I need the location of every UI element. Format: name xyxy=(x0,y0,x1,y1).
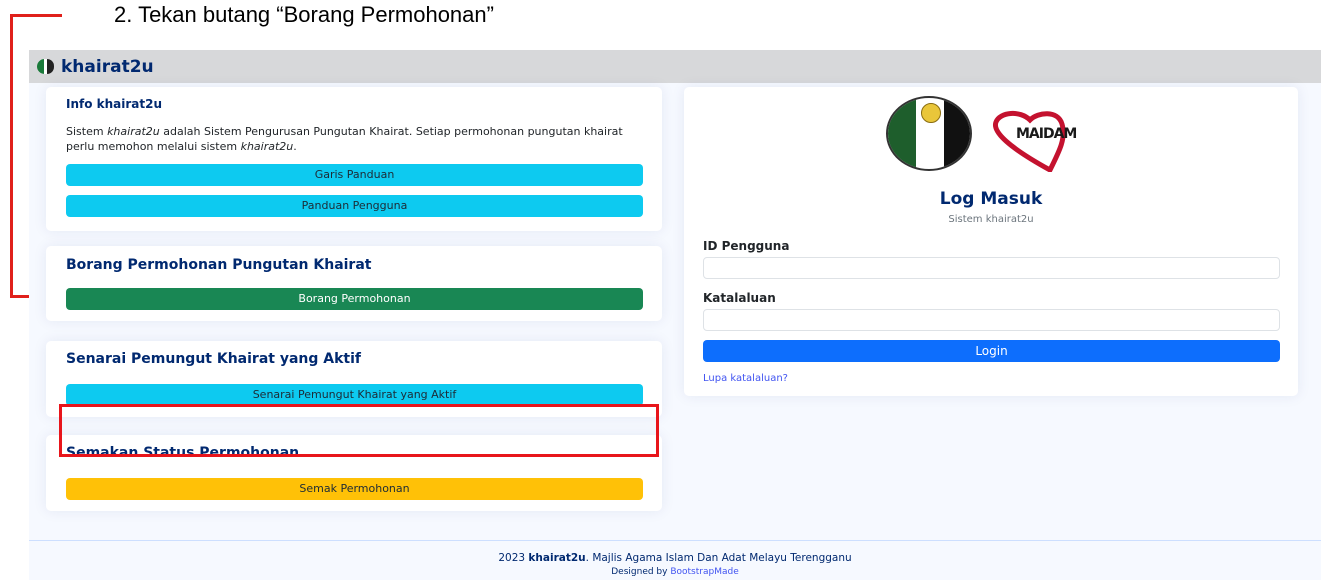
senarai-card-title: Senarai Pemungut Khairat yang Aktif xyxy=(66,351,361,367)
annotation-arrow-top xyxy=(10,14,62,17)
login-title: Log Masuk xyxy=(939,189,1043,209)
info-card-title: Info khairat2u xyxy=(66,97,163,111)
borang-permohonan-button[interactable]: Borang Permohonan xyxy=(66,288,643,310)
password-input[interactable] xyxy=(703,309,1280,331)
borang-card-title: Borang Permohonan Pungutan Khairat xyxy=(66,257,372,273)
annotation-arrow-stem xyxy=(10,14,13,298)
user-id-input[interactable] xyxy=(703,257,1280,279)
borang-card: Borang Permohonan Pungutan Khairat Boran… xyxy=(46,246,662,321)
footer-credits: Designed by BootstrapMade xyxy=(611,567,739,577)
password-label: Katalaluan xyxy=(703,291,776,305)
footer-copyright: 2023 khairat2u. Majlis Agama Islam Dan A… xyxy=(498,552,852,564)
maidam-logo-text: MAIDAM xyxy=(1016,126,1077,142)
logo-group: MAIDAM xyxy=(886,96,1108,172)
instruction-text: 2. Tekan butang “Borang Permohonan” xyxy=(114,2,494,27)
brand-name[interactable]: khairat2u xyxy=(61,57,154,77)
designer-link[interactable]: BootstrapMade xyxy=(670,567,738,577)
senarai-pemungut-button[interactable]: Senarai Pemungut Khairat yang Aktif xyxy=(66,384,643,406)
info-card: Info khairat2u Sistem khairat2u adalah S… xyxy=(46,87,662,231)
login-button[interactable]: Login xyxy=(703,340,1280,362)
highlight-box xyxy=(59,404,659,457)
brand-logo-icon[interactable] xyxy=(37,58,55,76)
top-navbar: khairat2u xyxy=(29,50,1321,83)
user-id-label: ID Pengguna xyxy=(703,239,790,253)
info-card-text: Sistem khairat2u adalah Sistem Pengurusa… xyxy=(66,125,623,153)
maidam-seal-icon xyxy=(886,96,972,171)
garis-panduan-button[interactable]: Garis Panduan xyxy=(66,164,643,186)
login-subtitle: Sistem khairat2u xyxy=(948,214,1034,225)
semak-permohonan-button[interactable]: Semak Permohonan xyxy=(66,478,643,500)
panduan-pengguna-button[interactable]: Panduan Pengguna xyxy=(66,195,643,217)
login-card: MAIDAM Log Masuk Sistem khairat2u ID Pen… xyxy=(684,87,1298,396)
forgot-password-link[interactable]: Lupa katalaluan? xyxy=(703,373,788,384)
app-window: khairat2u Info khairat2u Sistem khairat2… xyxy=(29,50,1321,580)
footer: 2023 khairat2u. Majlis Agama Islam Dan A… xyxy=(29,540,1321,580)
